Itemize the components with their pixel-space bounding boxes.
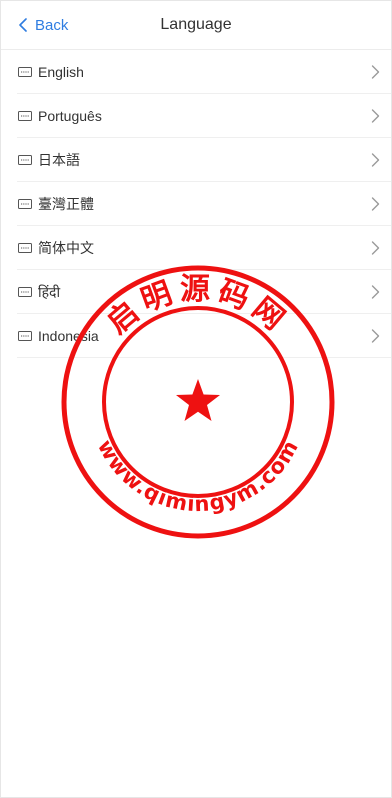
language-settings-page: Back Language English Português 日本語 臺灣正體…	[0, 0, 392, 798]
language-item-japanese[interactable]: 日本語	[1, 138, 391, 182]
keyboard-icon	[18, 287, 32, 297]
language-item-portugues[interactable]: Português	[1, 94, 391, 138]
star-icon	[176, 379, 220, 421]
language-label: English	[38, 64, 84, 80]
language-item-english[interactable]: English	[1, 50, 391, 94]
keyboard-icon	[18, 155, 32, 165]
language-label: Indonesia	[38, 328, 99, 344]
language-item-traditional-chinese[interactable]: 臺灣正體	[1, 182, 391, 226]
language-list: English Português 日本語 臺灣正體 简体中文 हिंदी In…	[1, 50, 391, 358]
language-label: 臺灣正體	[38, 196, 94, 212]
keyboard-icon	[18, 111, 32, 121]
chevron-right-icon	[371, 329, 380, 343]
language-label: Português	[38, 108, 102, 124]
language-label: हिंदी	[38, 283, 61, 300]
keyboard-icon	[18, 199, 32, 209]
language-item-hindi[interactable]: हिंदी	[1, 270, 391, 314]
language-item-simplified-chinese[interactable]: 简体中文	[1, 226, 391, 270]
language-item-indonesia[interactable]: Indonesia	[1, 314, 391, 358]
chevron-right-icon	[371, 65, 380, 79]
chevron-right-icon	[371, 153, 380, 167]
chevron-right-icon	[371, 285, 380, 299]
keyboard-icon	[18, 67, 32, 77]
chevron-right-icon	[371, 109, 380, 123]
page-title: Language	[160, 16, 232, 33]
keyboard-icon	[18, 243, 32, 253]
keyboard-icon	[18, 331, 32, 341]
svg-text:www.qimingym.com: www.qimingym.com	[93, 436, 303, 517]
chevron-right-icon	[371, 241, 380, 255]
chevron-right-icon	[371, 197, 380, 211]
language-label: 日本語	[38, 152, 80, 168]
language-label: 简体中文	[38, 240, 94, 256]
nav-bar: Back Language	[1, 1, 391, 50]
